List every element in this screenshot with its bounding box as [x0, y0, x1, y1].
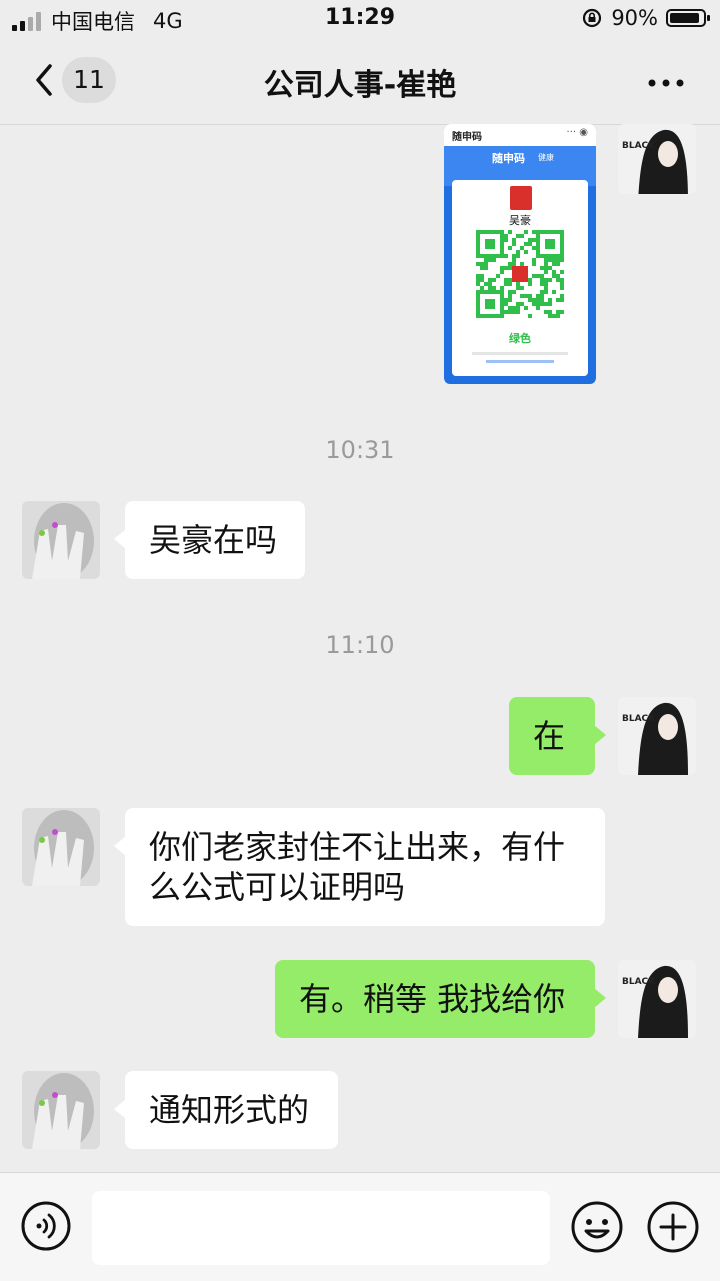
- emblem-icon: [510, 186, 532, 210]
- health-code-card: 吴豪 绿色: [452, 180, 588, 376]
- emoji-icon[interactable]: [570, 1200, 624, 1254]
- health-code-person-name: 吴豪: [509, 214, 531, 227]
- message-list[interactable]: 随申码 ··· ◉ 随申码 健康 吴豪 绿色 BLACK 10:31 吴豪在吗 …: [0, 124, 720, 1172]
- contact-avatar[interactable]: [22, 1071, 100, 1149]
- my-avatar[interactable]: BLACK: [618, 124, 696, 194]
- qr-code: [476, 230, 564, 318]
- banner-app-name: 随申码: [492, 152, 525, 165]
- miniapp-menu-icon: ··· ◉: [566, 127, 588, 138]
- plus-icon[interactable]: [646, 1200, 700, 1254]
- contact-avatar[interactable]: [22, 501, 100, 579]
- timestamp: 11:10: [325, 631, 395, 659]
- message-bubble-incoming[interactable]: 你们老家封住不让出来，有什么公式可以证明吗: [114, 808, 605, 926]
- message-bubble-incoming[interactable]: 通知形式的: [114, 1071, 338, 1149]
- input-bar: [0, 1172, 720, 1281]
- message-bubble-outgoing[interactable]: 有。稍等 我找给你: [275, 960, 606, 1038]
- contact-avatar[interactable]: [22, 808, 100, 886]
- health-code-app-header: 随申码 ··· ◉: [444, 124, 596, 146]
- chat-title: 公司人事-崔艳: [263, 68, 457, 103]
- battery-icon: [666, 9, 710, 27]
- svg-text:BLACK: BLACK: [622, 977, 656, 987]
- message-input[interactable]: [92, 1191, 550, 1265]
- health-code-image-message[interactable]: 随申码 ··· ◉ 随申码 健康 吴豪 绿色: [444, 124, 596, 384]
- health-code-app-name: 随申码: [452, 132, 482, 143]
- status-bar: 中国电信 4G 11:29 90%: [0, 0, 720, 40]
- my-avatar[interactable]: BLACK: [618, 960, 696, 1038]
- more-icon[interactable]: [646, 68, 686, 98]
- my-avatar[interactable]: BLACK: [618, 697, 696, 775]
- voice-icon[interactable]: [20, 1200, 72, 1252]
- timestamp: 10:31: [325, 436, 395, 464]
- footer-note-line: [472, 352, 568, 355]
- message-bubble-outgoing[interactable]: 在: [509, 697, 606, 775]
- health-code-status: 绿色: [509, 332, 531, 345]
- footer-link-line: [486, 360, 554, 363]
- banner-tag: 健康: [538, 153, 554, 162]
- svg-text:BLACK: BLACK: [622, 714, 656, 724]
- svg-text:BLACK: BLACK: [622, 141, 656, 151]
- chat-header: 11 公司人事-崔艳: [0, 40, 720, 125]
- rotation-lock-icon: [583, 8, 602, 28]
- message-bubble-incoming[interactable]: 吴豪在吗: [114, 501, 305, 579]
- battery-percent: 90%: [611, 6, 658, 30]
